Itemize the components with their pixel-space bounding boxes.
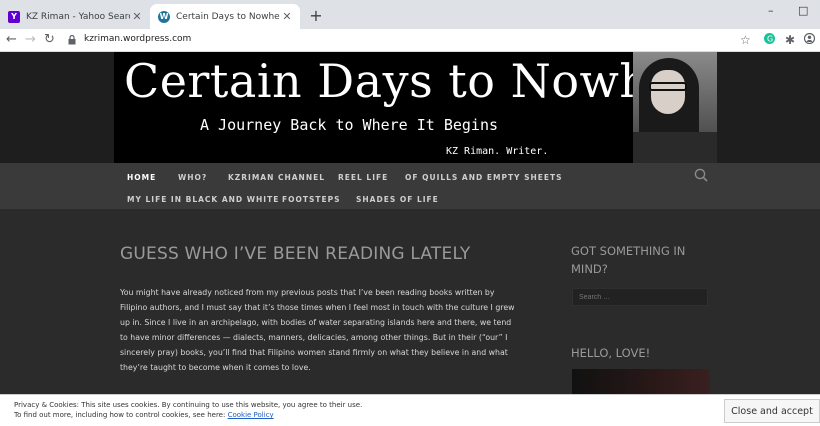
site-title: Certain Days to Nowhere bbox=[124, 54, 717, 108]
close-icon[interactable]: ✕ bbox=[280, 10, 294, 23]
extensions-icon[interactable]: ✱ bbox=[785, 33, 795, 47]
wordpress-icon: W bbox=[158, 10, 170, 23]
menu-item-footsteps[interactable]: FOOTSTEPS bbox=[282, 195, 341, 204]
menu-item-home[interactable]: HOME bbox=[127, 173, 156, 182]
reload-icon[interactable]: ↻ bbox=[44, 32, 55, 47]
minimize-button[interactable]: – bbox=[768, 4, 774, 17]
menu-item-reel-life[interactable]: REEL LIFE bbox=[338, 173, 388, 182]
svg-text:G: G bbox=[767, 35, 773, 44]
cookie-policy-link[interactable]: Cookie Policy bbox=[228, 411, 274, 419]
address-bar[interactable]: kzriman.wordpress.com bbox=[84, 34, 191, 44]
site: Certain Days to Nowhere A Journey Back t… bbox=[0, 52, 820, 426]
grammarly-icon[interactable]: G bbox=[764, 33, 775, 47]
menu-item-kzriman-channel[interactable]: KZRIMAN CHANNEL bbox=[228, 173, 325, 182]
search-icon[interactable] bbox=[694, 168, 708, 182]
author-portrait bbox=[633, 52, 717, 163]
tab-certain-days[interactable]: W Certain Days to Nowhere | A Jou ✕ bbox=[150, 4, 300, 29]
yahoo-icon: Y bbox=[8, 10, 20, 23]
maximize-button[interactable]: □ bbox=[798, 4, 808, 17]
post-body: You might have already noticed from my p… bbox=[120, 288, 515, 372]
menu-item-who[interactable]: WHO? bbox=[178, 173, 207, 182]
new-tab-button[interactable]: + bbox=[306, 6, 326, 25]
browser-toolbar: ← → ↻ kzriman.wordpress.com ☆ G ✱ bbox=[0, 29, 820, 52]
lock-icon[interactable] bbox=[68, 34, 76, 48]
tab-yahoo-search[interactable]: Y KZ Riman - Yahoo Search Results ✕ bbox=[0, 4, 150, 29]
cookie-line-2: To find out more, including how to contr… bbox=[14, 411, 228, 419]
menu-item-shades-of-life[interactable]: SHADES OF LIFE bbox=[356, 195, 439, 204]
bookmark-star-icon[interactable]: ☆ bbox=[740, 33, 751, 47]
cookie-line-1: Privacy & Cookies: This site uses cookie… bbox=[14, 401, 363, 409]
site-banner[interactable]: Certain Days to Nowhere A Journey Back t… bbox=[114, 52, 717, 163]
sidebar-search-input[interactable] bbox=[572, 288, 708, 306]
menu-item-of-quills[interactable]: OF QUILLS AND EMPTY SHEETS bbox=[405, 173, 563, 182]
close-and-accept-button[interactable]: Close and accept bbox=[724, 399, 820, 423]
site-tagline: A Journey Back to Where It Begins bbox=[200, 116, 499, 134]
widget-title-got-something: GOT SOMETHING IN MIND? bbox=[571, 244, 686, 276]
main-navigation: HOME WHO? KZRIMAN CHANNEL REEL LIFE OF Q… bbox=[0, 163, 820, 209]
site-author: KZ Riman. Writer. bbox=[446, 146, 549, 157]
forward-icon[interactable]: → bbox=[25, 32, 36, 47]
tab-title: KZ Riman - Yahoo Search Results bbox=[26, 11, 130, 22]
close-icon[interactable]: ✕ bbox=[130, 10, 144, 23]
post-title[interactable]: GUESS WHO I’VE BEEN READING LATELY bbox=[120, 244, 470, 264]
tab-title: Certain Days to Nowhere | A Jou bbox=[176, 11, 280, 22]
menu-item-black-and-white[interactable]: MY LIFE IN BLACK AND WHITE bbox=[127, 195, 279, 204]
back-icon[interactable]: ← bbox=[6, 32, 17, 47]
cookie-text: Privacy & Cookies: This site uses cookie… bbox=[14, 400, 362, 420]
profile-icon[interactable] bbox=[803, 32, 816, 47]
cookie-banner: Privacy & Cookies: This site uses cookie… bbox=[0, 394, 820, 426]
widget-title-hello-love: HELLO, LOVE! bbox=[571, 346, 651, 360]
browser-tab-bar: Y KZ Riman - Yahoo Search Results ✕ W Ce… bbox=[0, 0, 820, 29]
